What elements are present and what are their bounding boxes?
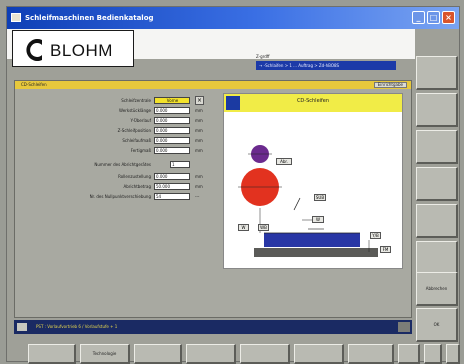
softkey-bottom-1[interactable] xyxy=(28,344,76,364)
softkey-right-5[interactable] xyxy=(416,204,458,238)
softkey-bottom-7[interactable] xyxy=(348,344,394,364)
minimize-button[interactable]: _ xyxy=(412,11,425,24)
label-overrun: Y/B xyxy=(370,232,381,239)
param-row: Abrichtbetrag 50.000 mm xyxy=(15,183,215,191)
param-label: Nummer des Abrichtgerätes xyxy=(94,162,151,167)
status-text: PST : Vorlaufvortrieb 6 / Vorlaufstufe +… xyxy=(36,324,118,329)
param-input[interactable]: 54 xyxy=(154,193,190,200)
param-unit: mm xyxy=(195,108,203,113)
param-label: Nr. des Nullpunktverschiebung xyxy=(89,194,151,199)
maximize-button[interactable]: □ xyxy=(427,11,440,24)
softkey-ok[interactable]: OK xyxy=(416,308,458,342)
softkey-abbrechen[interactable]: Abbrechen xyxy=(416,272,458,306)
param-row: Schleifzentrale Vorne × xyxy=(15,96,215,105)
app-icon xyxy=(11,13,21,22)
softkey-bottom-10[interactable] xyxy=(446,344,460,364)
process-diagram: CD-Schleifen Abr. SUB W W WB Y/B FM xyxy=(223,93,403,269)
param-unit: mm xyxy=(195,138,203,143)
param-select[interactable]: Vorne xyxy=(154,97,190,104)
param-row: Nr. des Nullpunktverschiebung 54 --- xyxy=(15,193,215,201)
program-name: Z-grdff xyxy=(256,54,270,59)
recall-icon[interactable] xyxy=(398,322,410,332)
close-button[interactable]: × xyxy=(442,11,455,24)
softkey-bottom-3[interactable] xyxy=(134,344,182,364)
label-dresser: Abr. xyxy=(276,158,292,165)
logo-text: BLOHM xyxy=(50,41,113,60)
param-label: Schleifaufmaß xyxy=(122,138,151,143)
softkey-technologie[interactable]: Technologie xyxy=(80,344,130,364)
param-label: Schleifzentrale xyxy=(121,98,151,103)
label-left-a: W xyxy=(238,224,249,231)
machine-bed xyxy=(254,248,378,257)
param-unit: mm xyxy=(195,118,203,123)
label-left-b: WB xyxy=(258,224,269,231)
brand-logo: BLOHM xyxy=(12,30,134,67)
softkey-right-2[interactable] xyxy=(416,93,458,127)
param-input[interactable]: 0.000 xyxy=(154,107,190,114)
param-row: Y-Überlauf 0.000 mm xyxy=(15,117,215,125)
label-finish: FM xyxy=(380,246,391,253)
param-input[interactable]: 50.000 xyxy=(154,183,190,190)
dialog-title: CD-Schleifen xyxy=(21,82,47,87)
param-unit: mm xyxy=(195,174,203,179)
param-input[interactable]: 1 xyxy=(170,161,190,168)
param-input[interactable]: 0.000 xyxy=(154,117,190,124)
grinding-schematic xyxy=(238,145,378,257)
softkey-right-6[interactable] xyxy=(416,241,458,275)
param-row: Schleifaufmaß 0.000 mm xyxy=(15,137,215,145)
diagram-header: CD-Schleifen xyxy=(224,94,402,112)
param-label: Y-Überlauf xyxy=(130,118,152,123)
label-feed-x: W xyxy=(312,216,324,223)
toggle-button[interactable]: × xyxy=(195,96,204,105)
param-label: Fertigmaß xyxy=(130,148,151,153)
param-unit: mm xyxy=(195,148,203,153)
dialog-header: CD-Schleifen Einrichtgabe xyxy=(15,81,411,89)
softkey-bottom-8[interactable] xyxy=(398,344,420,364)
blohm-mark-icon xyxy=(26,39,42,61)
param-label: Werkstücklänge xyxy=(119,108,151,113)
window-controls: _ □ × xyxy=(412,11,455,24)
label-feed-z: SUB xyxy=(314,194,326,201)
param-unit: mm xyxy=(195,128,203,133)
param-input[interactable]: 0.000 xyxy=(154,127,190,134)
softkey-bottom-6[interactable] xyxy=(294,344,344,364)
diagram-title: CD-Schleifen xyxy=(296,98,330,104)
param-input[interactable]: 0.000 xyxy=(154,147,190,154)
param-row: Fertigmaß 0.000 mm xyxy=(15,147,215,155)
workpiece xyxy=(264,233,360,247)
title-bar: Schleifmaschinen Bedienkatalog _ □ × xyxy=(7,7,459,29)
softkey-right-1[interactable] xyxy=(416,56,458,90)
softkey-bottom-5[interactable] xyxy=(240,344,290,364)
window-title: Schleifmaschinen Bedienkatalog xyxy=(25,14,154,22)
param-row: Rollenzustellung 0.000 mm xyxy=(15,173,215,181)
status-icon xyxy=(17,323,27,331)
softkey-right-3[interactable] xyxy=(416,130,458,164)
param-label: Rollenzustellung xyxy=(118,174,151,179)
param-row: Werkstücklänge 0.000 mm xyxy=(15,107,215,115)
softkey-right-4[interactable] xyxy=(416,167,458,201)
change-button[interactable]: Einrichtgabe xyxy=(373,82,407,88)
param-input[interactable]: 0.000 xyxy=(154,173,190,180)
param-row: Nummer des Abrichtgerätes 1 xyxy=(15,161,215,169)
softkey-bottom-4[interactable] xyxy=(186,344,236,364)
param-row: Z-Schleifposition 0.000 mm xyxy=(15,127,215,135)
param-unit: mm xyxy=(195,184,203,189)
param-label: Abrichtbetrag xyxy=(123,184,151,189)
cd-grinding-dialog: CD-Schleifen Einrichtgabe Schleifzentral… xyxy=(14,80,412,318)
status-bar: PST : Vorlaufvortrieb 6 / Vorlaufstufe +… xyxy=(14,320,412,334)
softkey-bottom-9[interactable] xyxy=(424,344,442,364)
program-path: → -Schlaifen > 1 ... Auftrag > Zd-hBO8S xyxy=(256,61,396,70)
param-unit: --- xyxy=(195,194,200,199)
param-input[interactable]: 0.000 xyxy=(154,137,190,144)
param-label: Z-Schleifposition xyxy=(117,128,151,133)
